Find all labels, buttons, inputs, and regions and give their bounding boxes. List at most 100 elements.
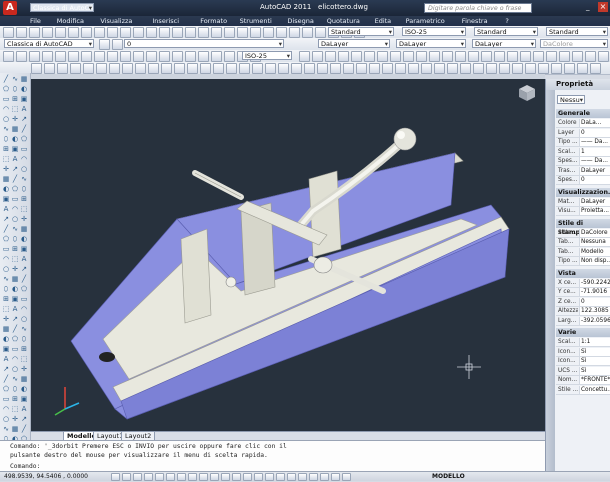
property-value[interactable]: Nessuna	[579, 238, 610, 246]
close-icon[interactable]: ×	[598, 2, 608, 12]
draw-tool-icon[interactable]: ○	[2, 265, 10, 273]
standard-tool-icon[interactable]	[250, 27, 261, 38]
modify-tool-icon[interactable]	[442, 51, 453, 62]
draw-tool-icon[interactable]: ▣	[2, 195, 10, 203]
standard-tool-icon[interactable]	[185, 27, 196, 38]
property-section[interactable]: Generale	[556, 109, 610, 118]
view-tool-icon[interactable]	[434, 63, 445, 74]
modify-tool-icon[interactable]	[455, 51, 466, 62]
draw-tool-icon[interactable]: ◐	[11, 285, 19, 293]
property-row[interactable]: Icon... Sì	[556, 357, 610, 366]
selection-dropdown[interactable]: Nessu	[557, 95, 585, 104]
property-value[interactable]: -71.9016	[579, 288, 610, 296]
draw-tool-icon[interactable]: ↗	[11, 165, 19, 173]
draw-tool-icon[interactable]: ○	[20, 165, 28, 173]
property-row[interactable]: X ce... -590.2242	[556, 278, 610, 288]
property-value[interactable]: Sì	[579, 357, 610, 365]
standard-tool-icon[interactable]	[29, 27, 40, 38]
table-style-dropdown[interactable]: Standard	[474, 27, 538, 36]
layer-manager-icon[interactable]	[99, 39, 110, 50]
property-row[interactable]: Spes... —— Da...	[556, 157, 610, 166]
modify-tool-icon[interactable]	[481, 51, 492, 62]
standard-tool-icon[interactable]	[68, 27, 79, 38]
draw-tool-icon[interactable]: ↗	[11, 315, 19, 323]
drawing-viewport[interactable]	[31, 79, 545, 431]
draw-tool-icon[interactable]: ↗	[2, 215, 10, 223]
view-tool-icon[interactable]	[135, 63, 146, 74]
draw-tool-icon[interactable]: ◠	[11, 355, 19, 363]
layer-state-icon[interactable]	[112, 39, 123, 50]
draw-tool-icon[interactable]: ◠	[2, 255, 10, 263]
property-value[interactable]: DaLayer	[579, 166, 610, 175]
property-row[interactable]: Altezza 122.3085	[556, 307, 610, 316]
draw-tool-icon[interactable]: ◠	[2, 105, 10, 113]
modify-tool-icon[interactable]	[325, 51, 336, 62]
property-value[interactable]: 0	[579, 128, 610, 137]
draw-tool-icon[interactable]: ◐	[2, 335, 10, 343]
draw-tool-icon[interactable]: A	[20, 255, 28, 263]
view-tool-icon[interactable]	[148, 63, 159, 74]
modify-tool-icon[interactable]	[520, 51, 531, 62]
modify-tool-icon[interactable]	[585, 51, 596, 62]
property-value[interactable]: Sì	[579, 347, 610, 356]
text-style-dropdown[interactable]: Standard	[328, 27, 394, 36]
mleader-style-dropdown[interactable]: Standard	[546, 27, 608, 36]
dimension-tool-icon[interactable]	[29, 51, 40, 62]
property-value[interactable]: Sì	[579, 366, 610, 375]
draw-tool-icon[interactable]: ○	[11, 365, 19, 373]
draw-tool-icon[interactable]: ⬯	[11, 85, 19, 93]
draw-tool-icon[interactable]: ╱	[2, 75, 10, 83]
search-input[interactable]: Digitare parola chiave o frase	[424, 3, 532, 13]
draw-tool-icon[interactable]: ○	[11, 215, 19, 223]
property-row[interactable]: Tab... Nessuna	[556, 238, 610, 247]
property-value[interactable]: Non disp...	[579, 257, 610, 265]
draw-tool-icon[interactable]: ▣	[20, 95, 28, 103]
draw-tool-icon[interactable]: ◠	[20, 155, 28, 163]
view-tool-icon[interactable]	[473, 63, 484, 74]
standard-tool-icon[interactable]	[107, 27, 118, 38]
draw-tool-icon[interactable]: ◐	[20, 85, 28, 93]
workspace-select[interactable]: Classica di AutoCAD	[4, 39, 94, 48]
dimension-tool-icon[interactable]	[133, 51, 144, 62]
property-row[interactable]: Nom... *FRONTE*	[556, 376, 610, 385]
view-tool-icon[interactable]	[96, 63, 107, 74]
draw-tool-icon[interactable]: ▦	[2, 325, 10, 333]
dimension-tool-icon[interactable]	[224, 51, 235, 62]
modify-tool-icon[interactable]	[429, 51, 440, 62]
draw-tool-icon[interactable]: ⊞	[11, 245, 19, 253]
draw-tool-icon[interactable]: A	[20, 105, 28, 113]
lineweight-dropdown[interactable]: DaLayer	[472, 39, 536, 48]
draw-tool-icon[interactable]: ✛	[2, 165, 10, 173]
property-row[interactable]: Colore DaLa...	[556, 119, 610, 128]
draw-tool-icon[interactable]: ∿	[11, 225, 19, 233]
modify-tool-icon[interactable]	[598, 51, 609, 62]
standard-tool-icon[interactable]	[55, 27, 66, 38]
dimension-tool-icon[interactable]	[68, 51, 79, 62]
draw-tool-icon[interactable]: ⬚	[20, 355, 28, 363]
draw-tool-icon[interactable]: ▦	[20, 225, 28, 233]
standard-tool-icon[interactable]	[224, 27, 235, 38]
draw-tool-icon[interactable]: ∿	[2, 425, 10, 433]
modify-tool-icon[interactable]	[312, 51, 323, 62]
view-tool-icon[interactable]	[525, 63, 536, 74]
menu-item[interactable]: File	[30, 17, 41, 25]
dimension-tool-icon[interactable]	[94, 51, 105, 62]
view-tool-icon[interactable]	[330, 63, 341, 74]
property-value[interactable]: —— Da...	[579, 157, 610, 165]
draw-tool-icon[interactable]: ▣	[20, 395, 28, 403]
dimension-tool-icon[interactable]	[81, 51, 92, 62]
draw-tool-icon[interactable]: ╱	[2, 375, 10, 383]
property-row[interactable]: Tras... DaLayer	[556, 166, 610, 176]
draw-tool-icon[interactable]: ↗	[2, 365, 10, 373]
view-tool-icon[interactable]	[551, 63, 562, 74]
property-row[interactable]: Tab... Modello	[556, 247, 610, 257]
view-tool-icon[interactable]	[174, 63, 185, 74]
view-tool-icon[interactable]	[590, 63, 601, 74]
draw-tool-icon[interactable]: ⬚	[11, 255, 19, 263]
view-tool-icon[interactable]	[317, 63, 328, 74]
draw-tool-icon[interactable]: ▭	[2, 245, 10, 253]
dimension-tool-icon[interactable]	[107, 51, 118, 62]
modify-tool-icon[interactable]	[507, 51, 518, 62]
draw-tool-icon[interactable]: A	[11, 305, 19, 313]
view-tool-icon[interactable]	[369, 63, 380, 74]
